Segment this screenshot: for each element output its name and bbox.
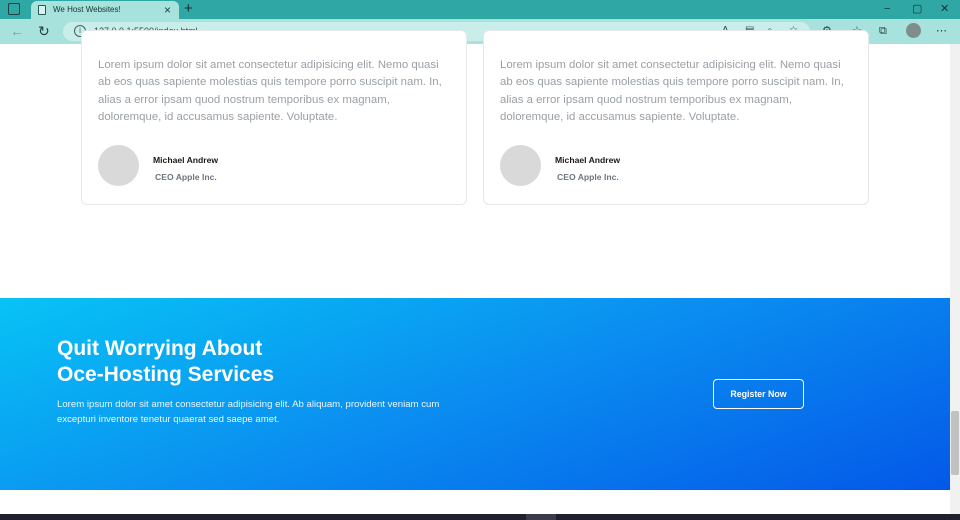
window-menu-icon[interactable] xyxy=(8,3,20,15)
profile-icon[interactable] xyxy=(906,23,921,38)
testimonial-text: Lorem ipsum dolor sit amet consectetur a… xyxy=(98,59,442,124)
more-menu-icon[interactable]: ⋯ xyxy=(936,24,947,38)
page-icon xyxy=(38,5,46,15)
os-taskbar xyxy=(0,514,960,520)
tab-close-icon[interactable]: × xyxy=(164,2,171,18)
back-arrow-icon[interactable]: ← xyxy=(10,23,24,39)
cta-section: Quit Worrying About Oce-Hosting Services… xyxy=(0,298,950,490)
close-icon[interactable]: ✕ xyxy=(940,2,949,16)
cta-title-line1: Quit Worrying About xyxy=(57,337,263,360)
tab-title: We Host Websites! xyxy=(53,5,121,14)
author-role: CEO Apple Inc. xyxy=(155,172,217,182)
cta-title-line2: Oce-Hosting Services xyxy=(57,363,275,386)
new-tab-icon[interactable]: + xyxy=(184,0,193,18)
browser-tab[interactable]: We Host Websites! × xyxy=(31,1,179,19)
scrollbar-thumb[interactable] xyxy=(951,411,959,475)
cta-description: Lorem ipsum dolor sit amet consectetur a… xyxy=(57,399,440,425)
testimonial-card: Lorem ipsum dolor sit amet consectetur a… xyxy=(483,30,869,205)
cta-title: Quit Worrying About Oce-Hosting Services xyxy=(57,336,274,388)
author-name: Michael Andrew xyxy=(153,155,219,165)
testimonial-card: Lorem ipsum dolor sit amet consectetur a… xyxy=(81,30,467,205)
avatar xyxy=(98,145,139,186)
maximize-icon[interactable]: ▢ xyxy=(912,2,922,16)
avatar xyxy=(500,145,541,186)
testimonial-text: Lorem ipsum dolor sit amet consectetur a… xyxy=(500,59,844,124)
browser-titlebar: We Host Websites! × + − ▢ ✕ xyxy=(0,0,960,19)
minimize-icon[interactable]: − xyxy=(884,2,890,16)
author-name: Michael Andrew xyxy=(555,155,621,165)
author-role: CEO Apple Inc. xyxy=(557,172,619,182)
register-now-button[interactable]: Register Now xyxy=(713,379,804,409)
refresh-icon[interactable]: ↻ xyxy=(38,23,50,39)
collections-icon[interactable]: ⧉ xyxy=(879,24,887,38)
taskbar-item[interactable] xyxy=(526,514,556,520)
